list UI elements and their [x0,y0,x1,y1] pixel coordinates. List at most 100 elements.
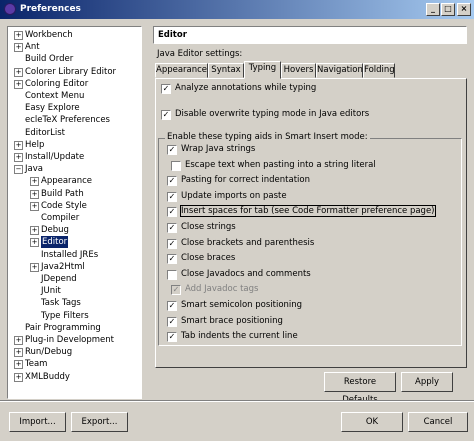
smart-insert-group-label: Enable these typing aids in Smart Insert… [165,132,370,142]
smart-insert-option-checkbox[interactable]: ✓ [167,223,177,233]
window-title: Preferences [20,4,81,14]
tree-expand-toggle[interactable]: + [14,348,23,358]
smart-insert-option-checkbox[interactable]: ✓ [167,238,177,249]
tree-expand-toggle[interactable]: + [14,31,23,40]
tree-expand-toggle[interactable]: + [14,336,23,345]
apply-button[interactable]: Apply [401,372,453,392]
tree-expand-toggle[interactable]: + [14,153,23,162]
import-button[interactable]: Import... [9,412,66,432]
top-option-checkbox[interactable]: ✓ [161,84,171,94]
tree-item[interactable]: Compiler [41,212,79,224]
page-subtitle: Java Editor settings: [157,49,243,59]
tree-expand-toggle[interactable]: − [14,165,23,175]
tree-item[interactable]: XMLBuddy [25,371,70,383]
smart-insert-option-checkbox[interactable]: ✓ [167,176,177,187]
page-header: Editor [153,26,467,44]
tree-item[interactable]: Colorer Library Editor [25,66,116,78]
tab-syntax[interactable]: Syntax [208,63,244,78]
tree-item[interactable]: Java2Html [41,261,85,273]
tab-hovers[interactable]: Hovers [281,63,316,78]
smart-insert-option-checkbox[interactable]: ✓ [167,316,177,327]
smart-insert-option-label: Close Javadocs and comments [181,268,311,279]
tree-item[interactable]: Workbench [25,29,73,41]
smart-insert-option-label: Add Javadoc tags [185,284,259,295]
tab-folding[interactable]: Folding [363,63,395,78]
tree-item[interactable]: Context Menu [25,90,84,102]
tree-expand-toggle[interactable]: + [30,262,39,272]
maximize-button[interactable]: □ [441,3,455,16]
tree-item[interactable]: Easy Explore [25,102,80,114]
smart-insert-option-checkbox[interactable] [167,269,177,280]
tree-item[interactable]: Editor [41,236,69,249]
tree-item[interactable]: Install/Update [25,151,84,163]
tree-expand-toggle[interactable]: + [30,189,39,199]
tree-item[interactable]: Coloring Editor [25,78,88,90]
tree-item[interactable]: Build Order [25,53,73,65]
restore-defaults-button[interactable]: Restore Defaults [324,372,396,405]
smart-insert-option-label: Close braces [181,253,236,264]
smart-insert-option-label: Smart brace positioning [181,315,283,326]
tree-expand-toggle[interactable]: + [30,238,39,248]
smart-insert-option-label: Close brackets and parenthesis [181,237,315,248]
cancel-button[interactable]: Cancel [408,412,468,432]
smart-insert-option-label: Smart semicolon positioning [181,300,303,310]
tree-item[interactable]: Installed JREs [41,249,98,261]
title-bar: Preferences _ □ × [0,0,474,19]
preferences-window: Preferences _ □ × + Workbench + Ant Build Or… [0,0,474,441]
tree-item[interactable]: Debug [41,224,69,236]
export-button[interactable]: Export... [71,412,128,432]
smart-insert-option-label: Tab indents the current line [181,331,298,342]
top-option-label: Disable overwrite typing mode in Java ed… [175,109,370,119]
smart-insert-option-label: Close strings [181,222,236,232]
tree-item[interactable]: Team [25,358,47,370]
tab-navigation[interactable]: Navigation [316,63,363,78]
smart-insert-option-checkbox: ✓ [171,285,181,296]
tab-appearance[interactable]: Appearance [155,63,208,78]
tree-expand-toggle[interactable]: + [14,79,23,89]
smart-insert-option-checkbox[interactable]: ✓ [167,301,177,311]
minimize-button[interactable]: _ [426,3,440,16]
tree-item[interactable]: Code Style [41,200,87,212]
tree-expand-toggle[interactable]: + [14,43,23,53]
smart-insert-option-label: Update imports on paste [181,190,287,201]
top-option-checkbox[interactable]: ✓ [161,110,171,120]
tree-item[interactable]: Task Tags [41,297,81,309]
tree-item[interactable]: EditorList [25,127,65,139]
tree-expand-toggle[interactable]: + [14,140,23,150]
tree-item[interactable]: Build Path [41,188,84,200]
smart-insert-option-checkbox[interactable]: ✓ [167,332,177,343]
tree-item[interactable]: Ant [25,41,40,53]
tree-expand-toggle[interactable]: + [30,177,39,187]
smart-insert-option-checkbox[interactable]: ✓ [167,254,177,265]
tree-item[interactable]: Java [25,163,43,175]
tree-item[interactable]: Help [25,139,44,151]
smart-insert-option-checkbox[interactable]: ✓ [167,145,177,155]
tree-expand-toggle[interactable]: + [14,372,23,382]
page-title: Editor [158,30,187,40]
preference-tree[interactable]: + Workbench + Ant Build Order + Colorer Librar… [7,26,142,399]
smart-insert-option-label: Insert spaces for tab (see Code Formatte… [180,205,436,218]
tree-expand-toggle[interactable]: + [30,201,39,211]
smart-insert-option-label: Pasting for correct indentation [181,175,310,186]
tree-item[interactable]: Run/Debug [25,346,72,358]
eclipse-app-icon [4,3,16,15]
tree-item[interactable]: Appearance [41,175,92,187]
top-option-label: Analyze annotations while typing [175,83,317,93]
tab-typing[interactable]: Typing [244,61,281,79]
tree-item[interactable]: Type Filters [41,310,89,322]
smart-insert-option-checkbox[interactable]: ✓ [167,191,177,202]
tree-item[interactable]: JDepend [41,273,77,285]
close-button[interactable]: × [457,3,471,16]
ok-button[interactable]: OK [341,412,403,432]
tree-item[interactable]: Plug-in Development [25,334,114,346]
smart-insert-option-label: Wrap Java strings [181,144,256,154]
tree-expand-toggle[interactable]: + [14,360,23,370]
tree-item[interactable]: ecleTeX Preferences [25,114,110,126]
smart-insert-option-checkbox[interactable]: ✓ [167,207,177,218]
tree-expand-toggle[interactable]: + [30,226,39,236]
tree-item[interactable]: JUnit [41,285,61,297]
smart-insert-option-checkbox[interactable] [171,160,181,171]
footer-divider [0,400,474,402]
tree-expand-toggle[interactable]: + [14,67,23,77]
tree-item[interactable]: Pair Programming [25,322,101,334]
